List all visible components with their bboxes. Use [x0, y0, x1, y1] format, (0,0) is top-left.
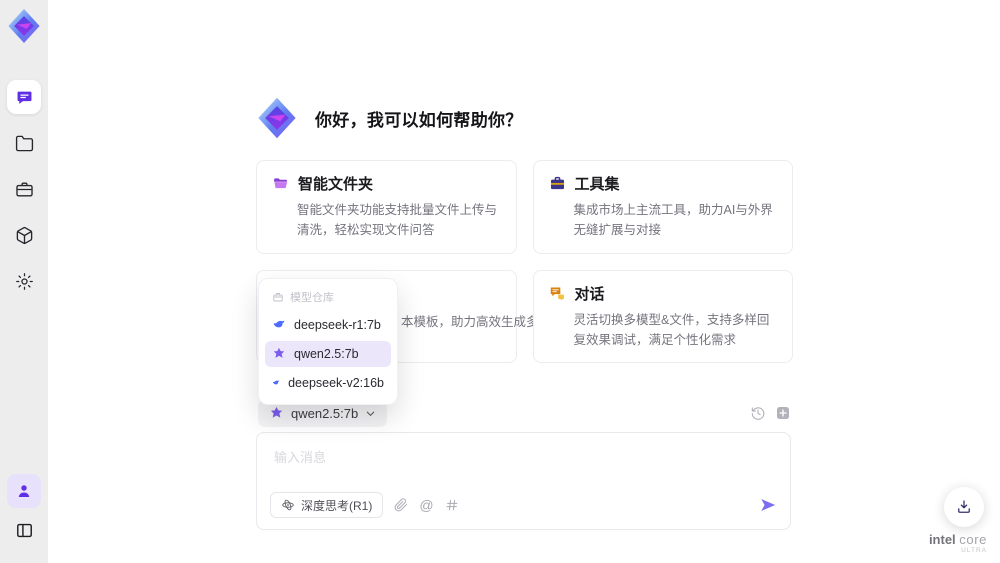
greeting-row: 你好，我可以如何帮助你？	[256, 96, 523, 140]
model-option-deepseek-r1[interactable]: deepseek-r1:7b	[265, 312, 391, 338]
model-selector-label: qwen2.5:7b	[291, 405, 359, 421]
model-option-deepseek-v2[interactable]: deepseek-v2:16b	[265, 370, 391, 396]
card-title: 工具集	[574, 176, 620, 193]
card-smart-folder[interactable]: 智能文件夹 智能文件夹功能支持批量文件上传与清洗，轻松实现文件问答	[256, 160, 517, 254]
chat-toolbar	[750, 405, 791, 421]
content-column: 你好，我可以如何帮助你？ 智能文件夹 智能文件夹功能支持批量文件上传与清洗，轻松…	[256, 0, 793, 563]
model-option-label: deepseek-r1:7b	[294, 318, 381, 332]
new-chat-icon	[777, 407, 789, 419]
greeting-title: 你好，我可以如何帮助你？	[315, 110, 523, 130]
model-option-label: deepseek-v2:16b	[288, 376, 384, 390]
user-icon	[18, 485, 30, 497]
chevron-down-icon	[366, 411, 375, 416]
model-option-label: qwen2.5:7b	[294, 347, 359, 361]
folder-icon	[15, 135, 33, 151]
card-description: 灵活切换多模型&文件，支持多样回复效果调试，满足个性化需求	[573, 312, 770, 347]
card-description-partial: 本模板，助力高效生成多	[401, 314, 539, 329]
smart-folder-icon	[274, 178, 288, 189]
message-input[interactable]	[272, 445, 762, 485]
model-dropdown-header: 模型仓库	[265, 286, 391, 309]
send-icon	[761, 499, 776, 511]
sidebar-item-settings[interactable]	[7, 264, 41, 298]
card-title: 智能文件夹	[298, 176, 374, 193]
core-wordmark: core	[959, 531, 987, 547]
deepseek-whale-icon	[273, 380, 280, 385]
sidebar-item-chat[interactable]	[7, 80, 41, 114]
card-description: 智能文件夹功能支持批量文件上传与清洗，轻松实现文件问答	[297, 203, 498, 238]
at-mention-button[interactable]: @	[419, 498, 433, 512]
download-icon	[958, 500, 970, 513]
sidebar-item-models[interactable]	[7, 218, 41, 252]
hash-icon	[446, 499, 458, 511]
panel-toggle-icon	[16, 523, 32, 537]
cube-icon	[16, 226, 32, 244]
qwen-icon	[273, 347, 285, 358]
composer-toolbar: 深度思考(R1) @	[270, 492, 777, 518]
sidebar-item-folders[interactable]	[7, 126, 41, 160]
main-area: 你好，我可以如何帮助你？ 智能文件夹 智能文件夹功能支持批量文件上传与清洗，轻松…	[48, 0, 1000, 563]
history-icon	[751, 407, 765, 420]
greeting-diamond-logo-icon	[258, 97, 296, 139]
paperclip-icon	[395, 498, 408, 512]
attach-file-button[interactable]	[394, 498, 408, 512]
sidebar-item-account[interactable]	[7, 474, 41, 508]
new-chat-button[interactable]	[775, 405, 791, 421]
download-button[interactable]	[944, 487, 984, 527]
model-option-qwen[interactable]: qwen2.5:7b	[265, 341, 391, 367]
history-button[interactable]	[750, 405, 766, 421]
card-dialog[interactable]: 对话 灵活切换多模型&文件，支持多样回复效果调试，满足个性化需求	[532, 269, 793, 363]
deep-think-label: 深度思考(R1)	[301, 498, 373, 513]
model-dropdown-header-label: 模型仓库	[290, 292, 334, 304]
toolset-briefcase-icon	[550, 176, 564, 190]
send-button[interactable]	[759, 496, 777, 514]
message-composer: 深度思考(R1) @	[256, 432, 791, 530]
app-logo[interactable]	[6, 6, 42, 46]
prompt-library-button[interactable]	[445, 498, 459, 512]
repo-icon	[273, 293, 283, 302]
qwen-icon	[270, 406, 283, 418]
intel-wordmark: intel	[928, 531, 956, 547]
ultra-wordmark: ULTRA	[961, 546, 987, 554]
deep-think-atom-icon	[282, 499, 294, 511]
sidebar-nav	[7, 80, 41, 298]
sidebar-collapse-button[interactable]	[7, 513, 41, 547]
dialog-chat-icon	[550, 286, 564, 300]
sidebar-bottom	[7, 474, 41, 547]
deepseek-whale-icon	[273, 320, 285, 328]
app-diamond-logo-icon	[8, 9, 40, 43]
briefcase-icon	[15, 181, 33, 197]
chat-icon	[17, 91, 31, 104]
card-title: 对话	[574, 285, 605, 303]
settings-icon	[15, 272, 33, 290]
model-dropdown: 模型仓库 deepseek-r1:7b qwen2.5:7b deepseek-…	[258, 278, 398, 405]
sidebar	[0, 0, 48, 563]
deep-think-toggle[interactable]: 深度思考(R1)	[270, 492, 384, 518]
sidebar-item-toolset[interactable]	[7, 172, 41, 206]
intel-core-badge: intel core ULTRA	[928, 531, 987, 554]
card-toolset[interactable]: 工具集 集成市场上主流工具，助力AI与外界无缝扩展与对接	[532, 160, 793, 254]
card-description: 集成市场上主流工具，助力AI与外界无缝扩展与对接	[573, 203, 773, 238]
